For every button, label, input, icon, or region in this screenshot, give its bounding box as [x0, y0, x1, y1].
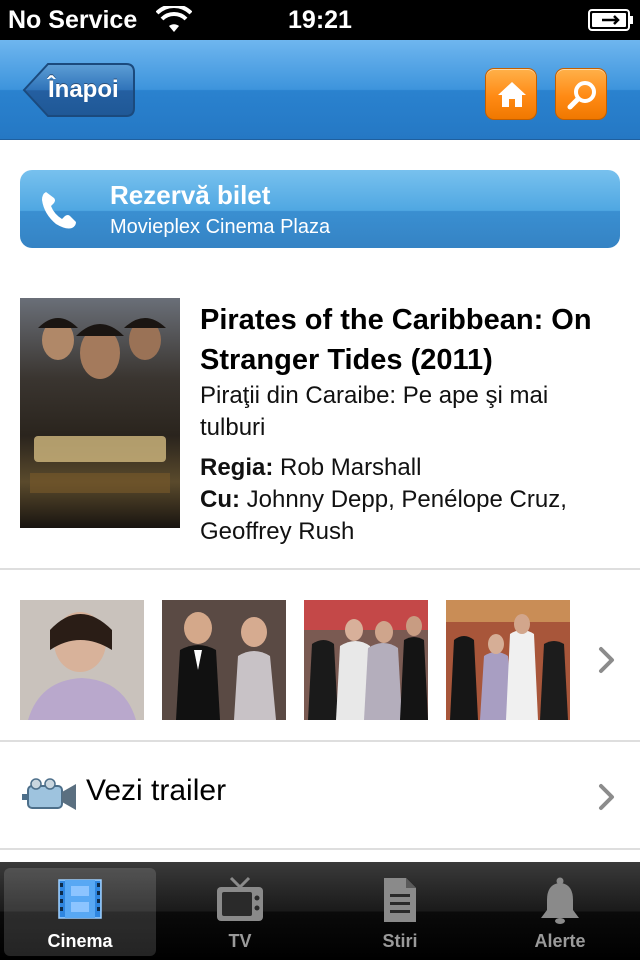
- watch-trailer-row[interactable]: Vezi trailer: [0, 742, 640, 848]
- tab-cinema-label: Cinema: [47, 931, 113, 951]
- director-name: Rob Marshall: [280, 454, 422, 481]
- reserve-title: Rezervă bilet: [110, 180, 271, 210]
- movie-poster: [20, 298, 180, 528]
- bell-icon: [541, 877, 579, 924]
- tab-tv[interactable]: TV: [164, 868, 316, 956]
- navigation-bar: Înapoi: [0, 40, 640, 140]
- cinema-name: Movieplex Cinema Plaza: [110, 216, 331, 238]
- chevron-right-icon: [599, 784, 614, 810]
- tab-bar: Cinema TV Stiri Alerte: [0, 862, 640, 960]
- cast-names: Johnny Depp, Penélope Cruz, Geoffrey Rus…: [200, 486, 567, 545]
- cast-label: Cu:: [200, 486, 240, 513]
- document-icon: [384, 878, 416, 922]
- battery-charging-icon: [588, 9, 633, 31]
- video-camera-icon: [22, 778, 76, 810]
- tab-cinema[interactable]: Cinema: [4, 868, 156, 956]
- divider: [0, 568, 640, 570]
- status-bar: No Service 19:21: [0, 0, 640, 40]
- photo-thumbnail[interactable]: [162, 600, 286, 720]
- tv-icon: [217, 876, 263, 921]
- home-icon: [498, 82, 526, 107]
- tab-alerte[interactable]: Alerte: [484, 868, 636, 956]
- back-button[interactable]: Înapoi: [22, 62, 136, 118]
- reserve-ticket-button[interactable]: Rezervă bilet Movieplex Cinema Plaza: [20, 170, 620, 248]
- divider: [0, 848, 640, 850]
- phone-icon: [42, 192, 76, 229]
- movie-info: Pirates of the Caribbean: On Stranger Ti…: [200, 300, 620, 548]
- photo-thumbnail[interactable]: [446, 600, 570, 720]
- back-button-label: Înapoi: [48, 76, 119, 103]
- director-label: Regia:: [200, 454, 274, 481]
- cast-line: Cu: Johnny Depp, Penélope Cruz, Geoffrey…: [200, 484, 620, 548]
- watch-trailer-label: Vezi trailer: [86, 774, 227, 807]
- tab-stiri-label: Stiri: [382, 931, 418, 951]
- search-icon: [567, 81, 596, 110]
- search-button[interactable]: [555, 68, 607, 120]
- director-line: Regia: Rob Marshall: [200, 452, 620, 484]
- movie-title: Pirates of the Caribbean: On Stranger Ti…: [200, 304, 592, 376]
- chevron-right-icon[interactable]: [597, 645, 617, 675]
- photo-thumbnail[interactable]: [20, 600, 144, 720]
- clock: 19:21: [288, 6, 352, 34]
- tab-stiri[interactable]: Stiri: [324, 868, 476, 956]
- photo-thumbnail[interactable]: [304, 600, 428, 720]
- movie-title-ro: Piraţii din Caraibe: Pe ape şi mai tulbu…: [200, 382, 549, 441]
- tab-alerte-label: Alerte: [534, 931, 586, 951]
- tab-tv-label: TV: [228, 931, 252, 951]
- home-button[interactable]: [485, 68, 537, 120]
- film-icon: [58, 879, 102, 919]
